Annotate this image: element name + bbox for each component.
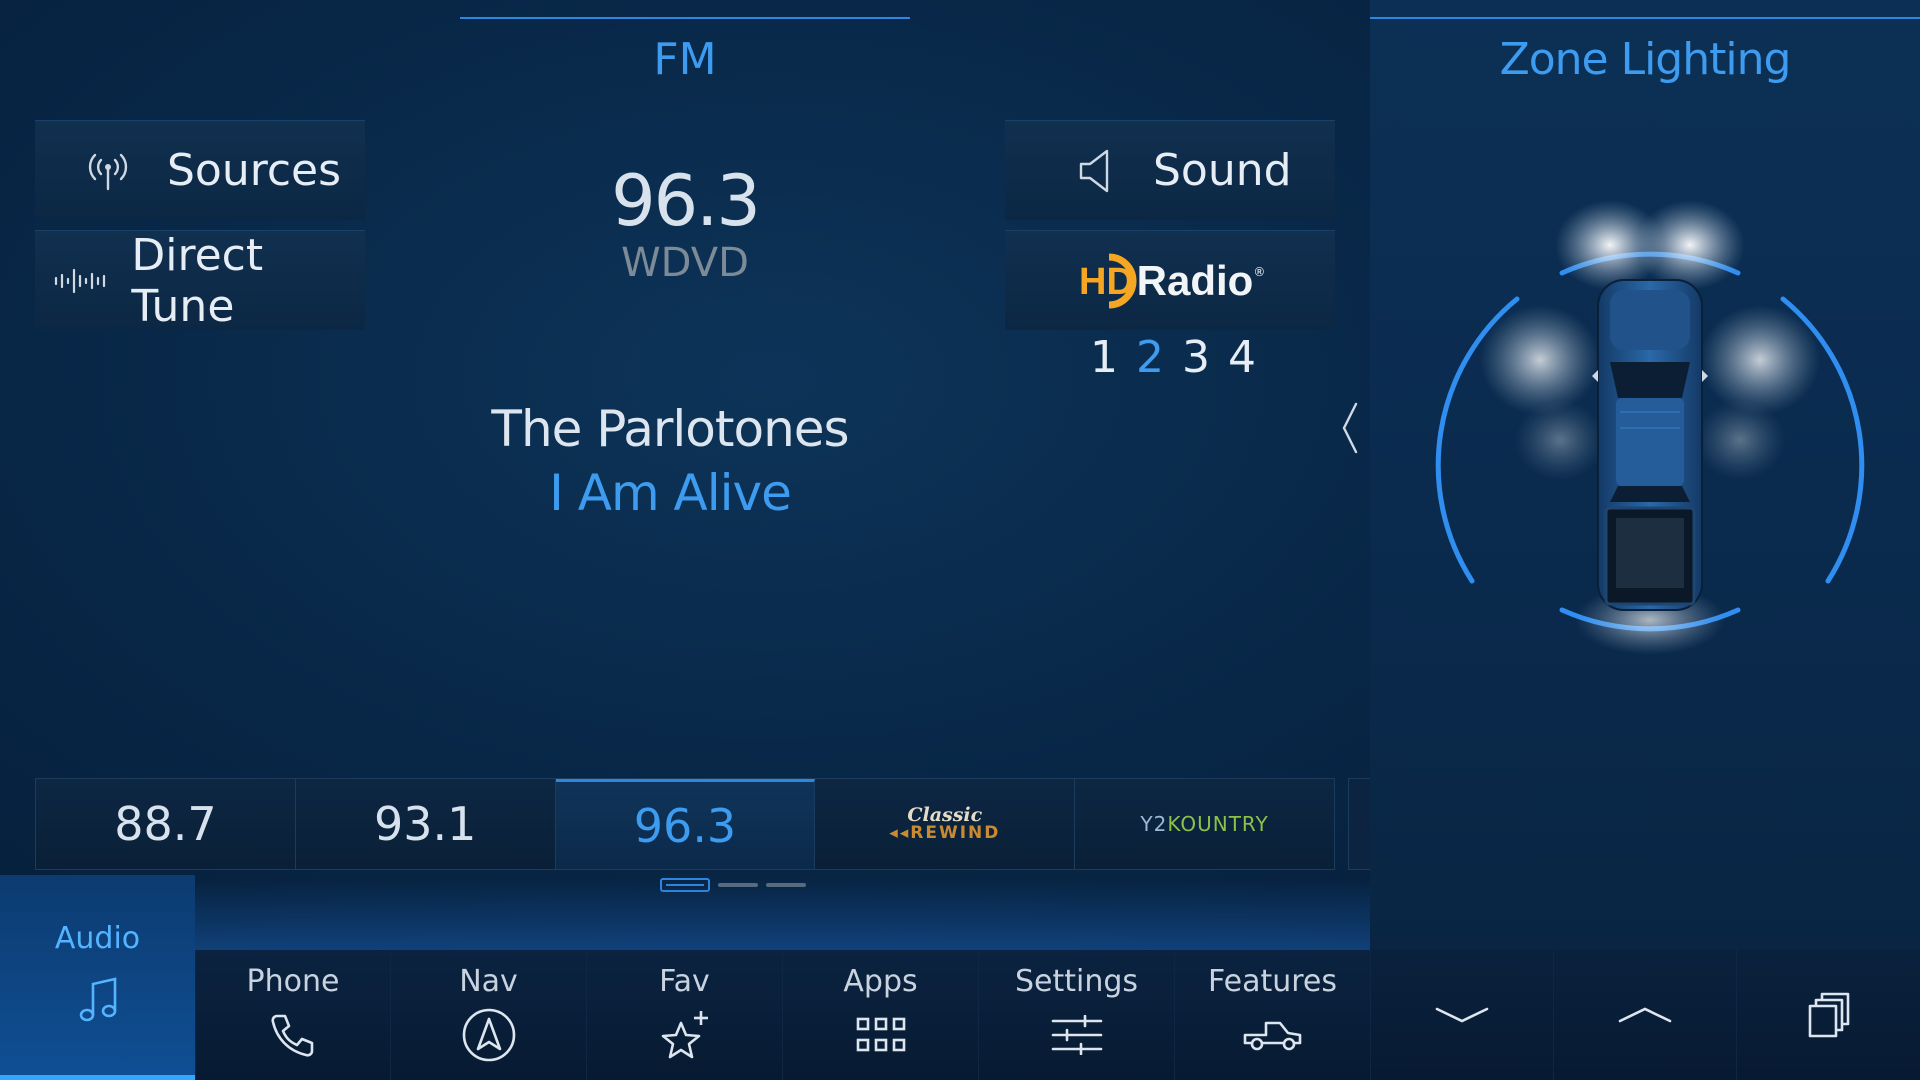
y2k-prefix: Y2 <box>1140 812 1168 836</box>
hd-channel-3[interactable]: 3 <box>1182 332 1210 383</box>
classic-rewind-line2: REWIND <box>910 823 1001 843</box>
collapse-down-button[interactable] <box>1370 950 1553 1080</box>
nav-apps-label: Apps <box>843 964 918 999</box>
star-plus-icon <box>657 1007 713 1063</box>
nav-features-tab[interactable]: Features <box>1174 950 1370 1080</box>
hd-channel-selector: 1 2 3 4 <box>1090 332 1256 383</box>
preset-2[interactable]: 93.1 <box>295 779 556 869</box>
nav-fav-label: Fav <box>659 964 710 999</box>
rewind-arrows: ◂◂ <box>889 823 911 843</box>
sources-button[interactable]: Sources <box>35 120 365 220</box>
apps-grid-icon <box>856 1007 906 1063</box>
phone-icon <box>269 1007 317 1063</box>
nav-phone-tab[interactable]: Phone <box>195 950 390 1080</box>
station-callsign: WDVD <box>621 240 749 286</box>
y2k-k: K <box>1167 812 1181 836</box>
antenna-icon <box>83 149 133 193</box>
preset-next-partial[interactable] <box>1348 778 1370 870</box>
nav-audio-label: Audio <box>54 921 141 956</box>
chevron-down-icon <box>1435 1007 1489 1023</box>
audio-tab-underline <box>0 1075 195 1080</box>
song-title: I Am Alive <box>549 464 792 522</box>
band-indicator-line <box>460 17 910 19</box>
direct-tune-label: Direct Tune <box>131 229 264 332</box>
zone-lighting-title: Zone Lighting <box>1499 34 1792 85</box>
sources-label: Sources <box>167 145 342 196</box>
hd-channel-2[interactable]: 2 <box>1136 332 1164 383</box>
direct-tune-button[interactable]: Direct Tune <box>35 229 365 332</box>
hd-radio-logo: HD Radio ® <box>1005 230 1335 330</box>
nav-audio-tab[interactable]: Audio <box>0 875 195 1080</box>
nav-phone-label: Phone <box>246 964 340 999</box>
nav-nav-tab[interactable]: Nav <box>390 950 586 1080</box>
truck-zone-graphic[interactable] <box>1410 150 1890 690</box>
registered-mark: ® <box>1253 265 1266 279</box>
y2kountry-logo: Y2KOUNTRY <box>1140 812 1268 836</box>
hd-channel-4[interactable]: 4 <box>1228 332 1256 383</box>
preset-bar: 88.7 93.1 96.3 Classic ◂◂REWIND Y2KOUNTR… <box>35 778 1335 870</box>
music-note-icon <box>78 976 118 1028</box>
sound-button[interactable]: Sound <box>1005 120 1335 220</box>
preset-3[interactable]: 96.3 <box>555 779 816 869</box>
nav-settings-tab[interactable]: Settings <box>978 950 1174 1080</box>
preset-5-y2kountry[interactable]: Y2KOUNTRY <box>1075 779 1334 869</box>
hd-logo-hd-text: HD <box>1079 261 1134 303</box>
sliders-icon <box>1051 1007 1103 1063</box>
chevron-left-icon[interactable] <box>1340 402 1360 454</box>
nav-fav-tab[interactable]: Fav <box>586 950 782 1080</box>
preset-4-classic-rewind[interactable]: Classic ◂◂REWIND <box>815 779 1076 869</box>
truck-icon <box>1592 279 1708 611</box>
nav-features-label: Features <box>1208 964 1337 999</box>
expand-up-button[interactable] <box>1553 950 1736 1080</box>
zone-lighting-panel: Zone Lighting <box>1370 0 1920 950</box>
preset-1[interactable]: 88.7 <box>36 779 296 869</box>
band-title: FM <box>653 34 717 85</box>
windows-icon <box>1808 992 1849 1038</box>
nav-settings-label: Settings <box>1014 964 1139 999</box>
chevron-up-icon <box>1618 1007 1672 1023</box>
app-screen: FM Sources Direct Tune 96.3 WDVD Sound H… <box>0 0 1920 1080</box>
classic-rewind-logo: Classic ◂◂REWIND <box>889 804 1001 843</box>
window-switch-button[interactable] <box>1736 950 1920 1080</box>
speaker-icon <box>1075 147 1115 195</box>
compass-icon <box>461 1007 517 1063</box>
nav-nav-label: Nav <box>459 964 518 999</box>
truck-icon <box>1242 1007 1304 1063</box>
classic-rewind-line1: Classic <box>907 804 983 826</box>
nav-glow <box>0 880 1370 950</box>
waveform-icon <box>53 266 109 296</box>
hd-logo-mark: HD <box>1075 251 1139 311</box>
artist-name: The Parlotones <box>491 400 849 458</box>
y2k-rest: OUNTRY <box>1180 812 1269 836</box>
audio-panel: FM Sources Direct Tune 96.3 WDVD Sound H… <box>0 0 1370 950</box>
hd-logo-radio-text: Radio <box>1136 256 1254 304</box>
nav-apps-tab[interactable]: Apps <box>782 950 978 1080</box>
zone-indicator-line <box>1370 17 1920 19</box>
current-frequency: 96.3 <box>611 160 761 242</box>
hd-channel-1[interactable]: 1 <box>1090 332 1118 383</box>
sound-label: Sound <box>1153 145 1292 196</box>
